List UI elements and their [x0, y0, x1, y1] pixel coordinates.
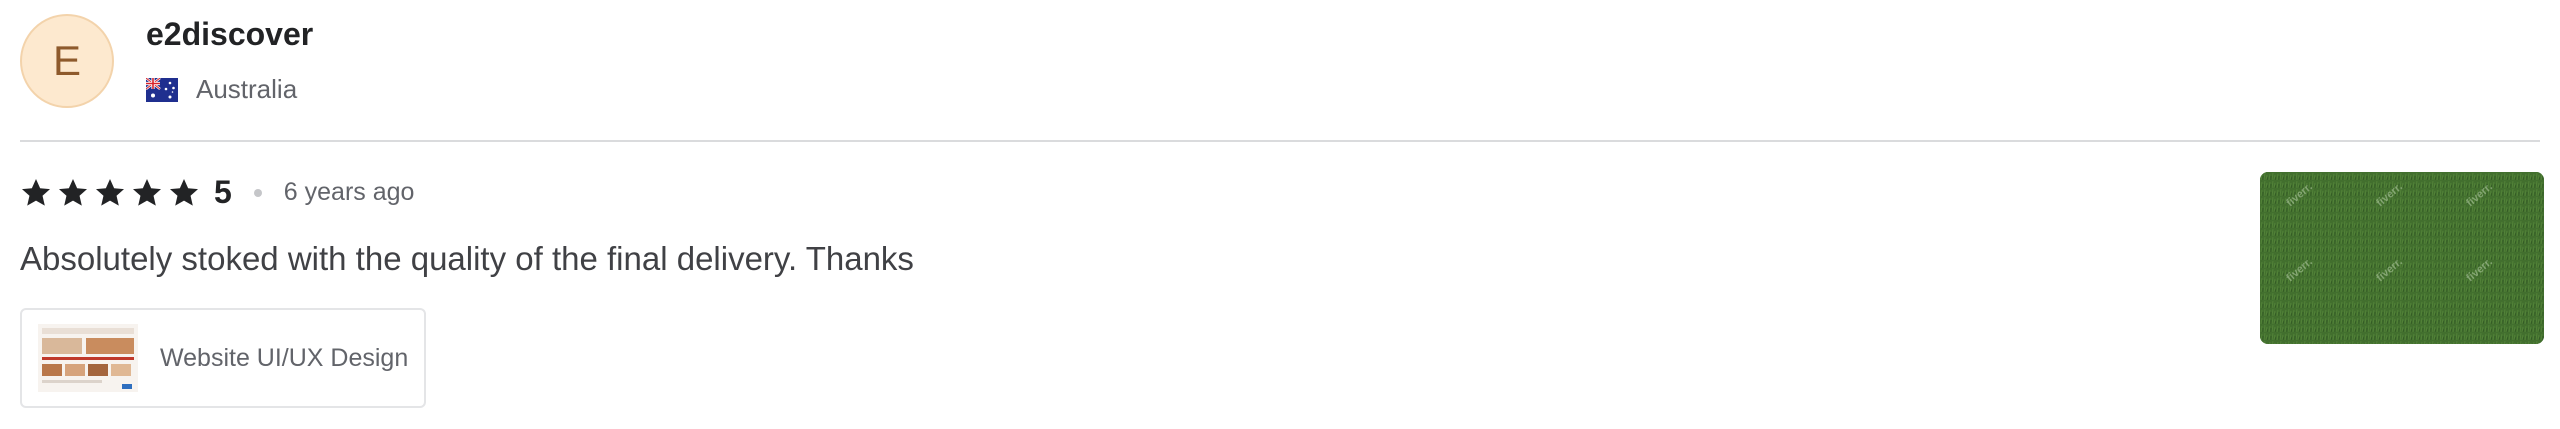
star-icon [59, 178, 87, 206]
rating-score: 5 [214, 174, 232, 210]
rating-row: 5 6 years ago [20, 174, 414, 211]
reviewer-country: Australia [146, 74, 297, 105]
reviewer-name[interactable]: e2discover [146, 16, 313, 53]
review-time: 6 years ago [283, 178, 415, 206]
star-icon [170, 178, 198, 206]
gig-thumbnail [38, 324, 138, 392]
star-icon [22, 178, 50, 206]
review-comment: Absolutely stoked with the quality of th… [20, 240, 914, 277]
gig-thumbnail-image [38, 324, 138, 392]
star-icon [96, 178, 124, 206]
review-card: E e2discover Australia 5 6 years ago Abs… [0, 0, 2560, 429]
avatar[interactable]: E [20, 14, 114, 108]
divider [20, 140, 2540, 142]
country-name: Australia [196, 74, 298, 104]
star-rating [20, 177, 200, 209]
delivery-image[interactable]: fiverr. fiverr. fiverr. fiverr. fiverr. … [2260, 172, 2544, 344]
star-icon [133, 178, 161, 206]
gig-title: Website UI/UX Design [160, 343, 409, 372]
gig-reference-card[interactable]: Website UI/UX Design [20, 308, 426, 408]
avatar-initial: E [52, 37, 81, 84]
grass-image: fiverr. fiverr. fiverr. fiverr. fiverr. … [2260, 172, 2544, 344]
separator-dot [253, 188, 262, 197]
australia-flag-icon [146, 77, 178, 102]
